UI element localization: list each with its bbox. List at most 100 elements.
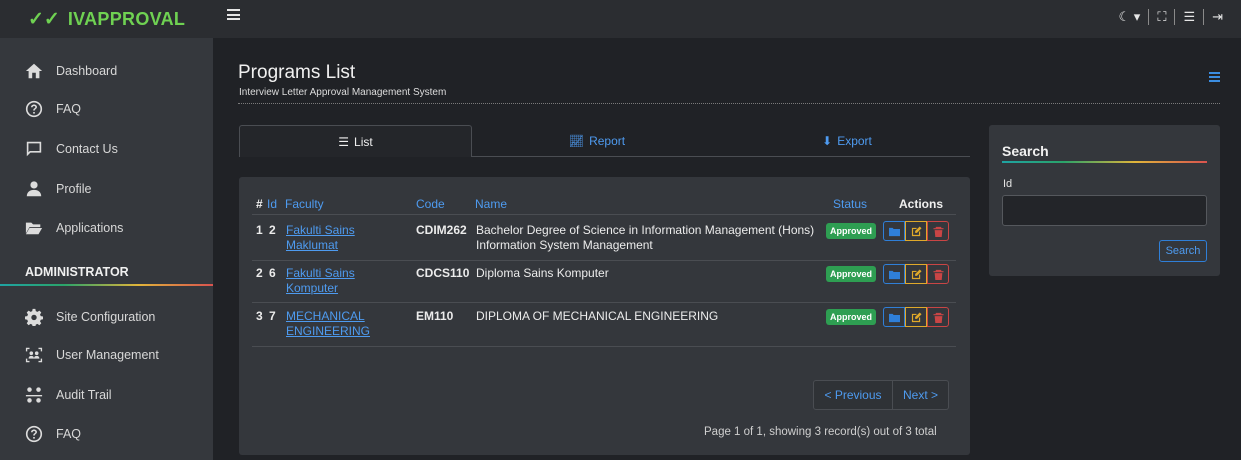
- row-num: 1: [256, 223, 263, 237]
- edit-button[interactable]: [905, 264, 927, 284]
- topbar: ☾ ▾ ⛶ ☰ ⇥: [213, 0, 1241, 38]
- column-header-code: Code: [416, 197, 445, 211]
- folder-icon: [888, 227, 900, 236]
- chart-line-icon: 📈︎: [568, 134, 585, 148]
- folder-icon: [888, 270, 900, 279]
- sidebar-item-label: Audit Trail: [56, 388, 112, 402]
- column-header-actions: Actions: [899, 197, 944, 211]
- row-name: Bachelor Degree of Science in Informatio…: [476, 223, 815, 252]
- row-num: 2: [256, 266, 263, 280]
- section-divider: [0, 284, 213, 286]
- sidebar-item-dashboard[interactable]: Dashboard: [0, 52, 213, 90]
- sidebar-item-label: User Management: [56, 348, 159, 362]
- double-check-icon: ✓✓: [28, 8, 60, 30]
- edit-icon: [911, 225, 922, 236]
- sidebar-toggle-icon[interactable]: [227, 9, 240, 21]
- status-badge: Approved: [826, 309, 877, 325]
- page-subtitle: Interview Letter Approval Management Sys…: [239, 87, 447, 98]
- tab-list[interactable]: ☰ List: [239, 125, 472, 157]
- sidebar-item-label: FAQ: [56, 427, 82, 441]
- search-title: Search: [1002, 143, 1049, 159]
- users-icon: [25, 347, 43, 363]
- column-header-faculty: Faculty: [285, 197, 324, 211]
- delete-button[interactable]: [927, 307, 949, 327]
- row-id: 6: [269, 266, 276, 280]
- logout-icon[interactable]: ⇥: [1204, 9, 1231, 25]
- edit-icon: [911, 311, 922, 322]
- sidebar-item-label: Applications: [56, 221, 124, 235]
- search-id-label: Id: [1003, 178, 1013, 190]
- sidebar-item-label: Contact Us: [56, 142, 118, 156]
- edit-button[interactable]: [905, 221, 927, 241]
- menu-list-icon[interactable]: ☰: [1175, 9, 1203, 25]
- sidebar-item-profile[interactable]: Profile: [0, 170, 213, 208]
- row-code: EM110: [416, 309, 454, 323]
- faculty-link[interactable]: Fakulti Sains Komputer: [286, 266, 355, 296]
- sidebar-item-audit-trail[interactable]: Audit Trail: [0, 376, 213, 414]
- column-header-id: Id: [267, 197, 278, 211]
- page-title: Programs List: [238, 62, 356, 83]
- sidebar-item-applications[interactable]: Applications: [0, 209, 213, 247]
- sidebar-item-contact-us[interactable]: Contact Us: [0, 130, 213, 168]
- theme-toggle-icon[interactable]: ☾ ▾: [1111, 9, 1149, 25]
- row-name: DIPLOMA OF MECHANICAL ENGINEERING: [476, 309, 719, 323]
- tab-report[interactable]: 📈︎ Report: [472, 125, 722, 157]
- view-button[interactable]: [883, 307, 905, 327]
- sidebar: ✓✓ IVAPPROVAL Dashboard FAQ Contact Us P…: [0, 0, 213, 460]
- row-id: 7: [269, 309, 276, 323]
- sitemap-icon: [25, 387, 43, 403]
- trash-icon: [932, 312, 944, 323]
- tab-export[interactable]: ⬇ Export: [722, 125, 972, 157]
- sidebar-item-user-management[interactable]: User Management: [0, 336, 213, 374]
- sidebar-item-label: Dashboard: [56, 64, 118, 78]
- view-button[interactable]: [883, 264, 905, 284]
- status-badge: Approved: [826, 223, 877, 239]
- column-header-status: Status: [833, 197, 868, 211]
- sidebar-item-faq-admin[interactable]: FAQ: [0, 415, 213, 453]
- user-icon: [26, 181, 42, 197]
- chat-icon: [26, 141, 42, 157]
- sidebar-item-label: Site Configuration: [56, 310, 156, 324]
- sidebar-section-title: ADMINISTRATOR: [25, 265, 129, 279]
- fullscreen-icon[interactable]: ⛶: [1149, 9, 1174, 25]
- column-header-num: #: [256, 197, 263, 211]
- search-id-input[interactable]: [1002, 195, 1207, 226]
- column-header-name: Name: [475, 197, 508, 211]
- row-code: CDCS110: [416, 266, 470, 280]
- delete-button[interactable]: [927, 221, 949, 241]
- sidebar-item-faq[interactable]: FAQ: [0, 90, 213, 128]
- question-icon: [25, 100, 43, 118]
- previous-page-button[interactable]: < Previous: [813, 380, 893, 410]
- list-icon: ☰: [338, 134, 350, 149]
- topbar-icons: ☾ ▾ ⛶ ☰ ⇥: [1111, 9, 1231, 25]
- edit-icon: [911, 268, 922, 279]
- view-button[interactable]: [883, 221, 905, 241]
- row-num: 3: [256, 309, 263, 323]
- folder-open-icon: [25, 222, 43, 235]
- folder-icon: [888, 313, 900, 322]
- trash-icon: [932, 269, 944, 280]
- status-badge: Approved: [826, 266, 877, 282]
- row-code: CDIM262: [416, 223, 467, 237]
- sidebar-item-label: FAQ: [56, 102, 82, 116]
- sidebar-item-label: Profile: [56, 182, 92, 196]
- search-button[interactable]: Search: [1159, 240, 1207, 262]
- trash-icon: [932, 226, 944, 237]
- next-page-button[interactable]: Next >: [893, 380, 949, 410]
- header-divider: [238, 103, 1220, 104]
- edit-button[interactable]: [905, 307, 927, 327]
- house-icon: [25, 63, 43, 79]
- page-menu-icon[interactable]: [1209, 72, 1220, 82]
- faculty-link[interactable]: Fakulti Sains Maklumat: [286, 223, 355, 253]
- faculty-link[interactable]: MECHANICAL ENGINEERING: [286, 309, 370, 339]
- question-icon: [25, 425, 43, 443]
- delete-button[interactable]: [927, 264, 949, 284]
- download-icon: ⬇: [822, 134, 833, 148]
- tab-divider: [472, 156, 970, 157]
- row-id: 2: [269, 223, 276, 237]
- search-title-divider: [1002, 161, 1207, 163]
- brand[interactable]: ✓✓ IVAPPROVAL: [0, 0, 213, 38]
- pagination-info: Page 1 of 1, showing 3 record(s) out of …: [704, 426, 937, 438]
- brand-name: IVAPPROVAL: [67, 8, 186, 29]
- sidebar-item-site-configuration[interactable]: Site Configuration: [0, 298, 213, 336]
